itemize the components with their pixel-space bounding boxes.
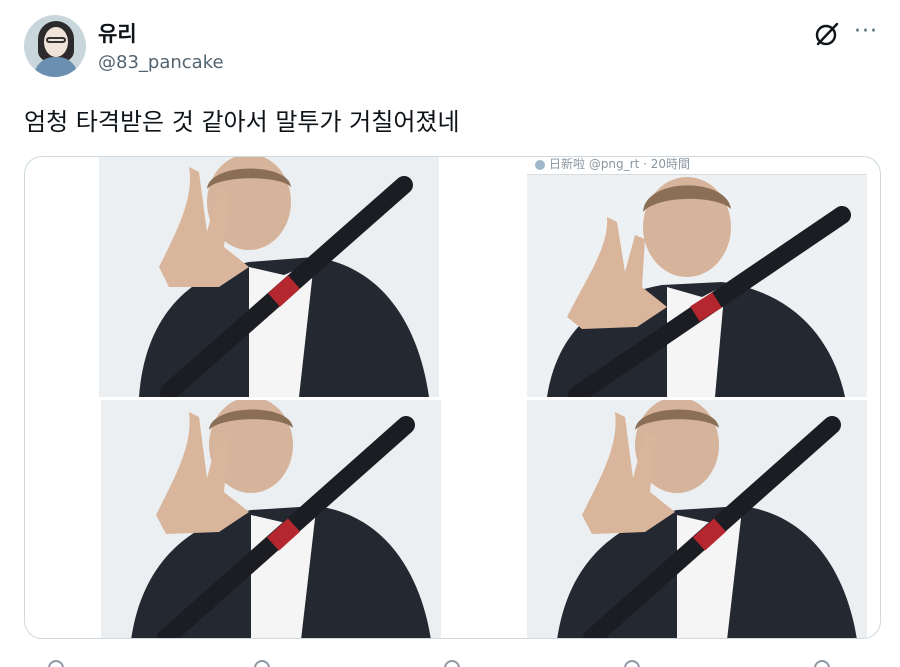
photo-1[interactable] — [99, 157, 439, 397]
eminem-pen-image-4 — [527, 400, 867, 638]
avatar[interactable] — [24, 15, 86, 77]
photo-2[interactable]: 日新啦 @png_rt · 20時間 — [527, 157, 867, 397]
media-grid[interactable]: 日新啦 @png_rt · 20時間 — [24, 156, 881, 639]
reply-icon[interactable] — [48, 660, 64, 667]
photo-3[interactable] — [101, 400, 441, 638]
quote-avatar — [535, 160, 545, 170]
grok-icon[interactable] — [813, 20, 841, 48]
avatar-body — [34, 57, 78, 77]
display-name[interactable]: 유리 — [98, 18, 137, 48]
photo-4[interactable] — [527, 400, 867, 638]
eminem-pen-image-3 — [101, 400, 441, 638]
action-bar — [24, 652, 881, 667]
quote-text: 日新啦 @png_rt · 20時間 — [549, 157, 691, 171]
post-text: 엄청 타격받은 것 같아서 말투가 거칠어졌네 — [24, 108, 460, 136]
user-handle[interactable]: @83_pancake — [98, 52, 224, 73]
more-icon[interactable]: ··· — [854, 21, 882, 46]
eminem-pen-image-2 — [527, 157, 867, 397]
avatar-glasses — [46, 37, 66, 43]
views-icon[interactable] — [624, 660, 640, 667]
quote-header: 日新啦 @png_rt · 20時間 — [527, 157, 867, 175]
repost-icon[interactable] — [254, 660, 270, 667]
eminem-pen-image-1 — [99, 157, 439, 397]
tweet: 유리 @83_pancake ··· 엄청 타격받은 것 같아서 말투가 거칠어… — [0, 0, 900, 667]
bookmark-icon[interactable] — [814, 660, 830, 667]
like-icon[interactable] — [444, 660, 460, 667]
